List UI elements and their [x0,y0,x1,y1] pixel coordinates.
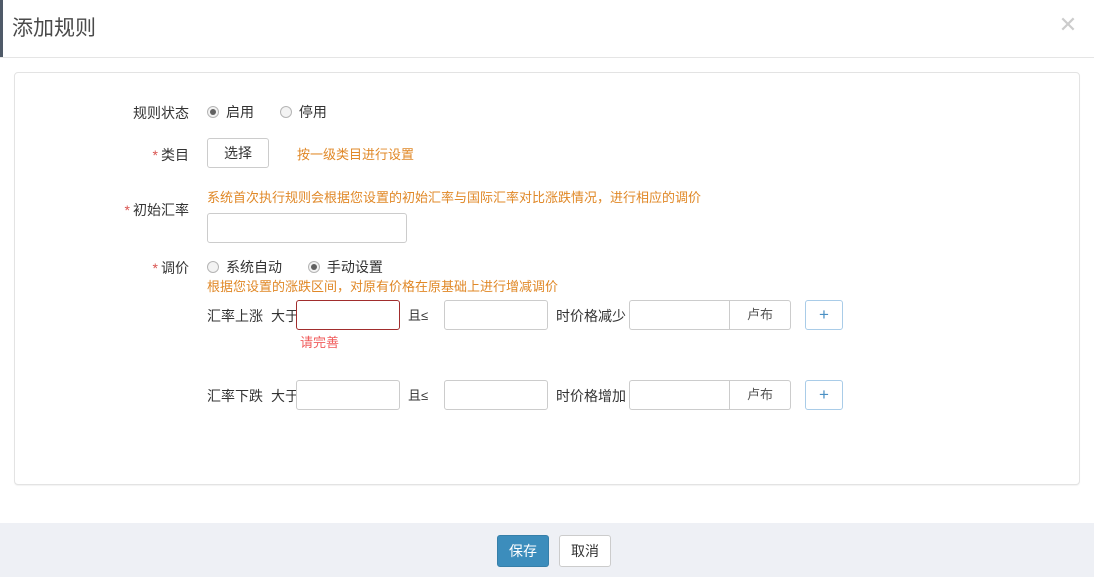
initial-rate-hint: 系统首次执行规则会根据您设置的初始汇率与国际汇率对比涨跌情况，进行相应的调价 [207,190,702,205]
form-panel: 规则状态 启用 停用 * 类目 选择 按一级类目进行设置 * 初始汇率 系统首次… [14,72,1080,485]
required-mark: * [152,147,158,163]
category-hint: 按一级类目进行设置 [297,147,415,162]
rate-up-direction-label: 汇率上涨 [207,308,263,324]
radio-dot-icon [207,106,219,118]
rate-up-amount-input[interactable] [629,300,729,330]
price-adjust-label: * 调价 [29,258,189,278]
rate-down-add-button[interactable]: + [805,380,843,410]
radio-dot-icon [307,261,320,273]
radio-dot-icon [207,261,219,273]
radio-label-manual: 手动设置 [326,259,383,275]
rate-down-gt-input[interactable] [296,380,400,410]
rate-down-gt-label: 大于 [271,388,299,404]
category-label-text: 类目 [161,147,189,163]
price-adjust-label-text: 调价 [161,260,189,276]
rate-down-lte-input[interactable] [444,380,548,410]
radio-label-disabled: 停用 [298,104,327,120]
rate-down-lte-label: 且≤ [408,388,429,403]
initial-rate-input[interactable] [207,213,407,243]
rate-down-direction-label: 汇率下跌 [207,388,263,404]
save-button[interactable]: 保存 [497,535,549,567]
radio-dot-icon [279,106,292,118]
radio-label-enabled: 启用 [226,104,254,120]
radio-label-auto: 系统自动 [226,259,282,275]
rate-down-effect-label: 时价格增加 [556,388,626,404]
initial-rate-label: * 初始汇率 [29,200,189,220]
page-title: 添加规则 [12,17,96,40]
rate-down-amount-group: 卢布 [629,380,791,410]
modal-header: 添加规则 ✕ [0,0,1094,58]
cancel-button[interactable]: 取消 [559,535,611,567]
radio-rule-status-enabled[interactable]: 启用 [207,102,254,122]
category-select-button[interactable]: 选择 [207,138,269,168]
radio-rule-status-disabled[interactable]: 停用 [279,102,327,122]
radio-price-adjust-manual[interactable]: 手动设置 [307,257,383,277]
rule-status-label: 规则状态 [133,105,189,121]
rate-up-add-button[interactable]: + [805,300,843,330]
rate-up-unit-addon: 卢布 [729,300,791,330]
rate-down-unit-addon: 卢布 [729,380,791,410]
rate-up-gt-input[interactable] [296,300,400,330]
rate-up-effect-label: 时价格减少 [556,308,626,324]
rate-up-lte-input[interactable] [444,300,548,330]
rate-down-amount-input[interactable] [629,380,729,410]
modal-body: 规则状态 启用 停用 * 类目 选择 按一级类目进行设置 * 初始汇率 系统首次… [0,58,1094,523]
rate-up-lte-label: 且≤ [408,308,429,323]
rate-up-gt-label: 大于 [271,308,299,324]
close-icon[interactable]: ✕ [1053,10,1083,40]
required-mark: * [124,202,130,218]
rule-status-radio-group: 启用 停用 [207,102,349,122]
required-mark: * [152,260,158,276]
price-adjust-hint: 根据您设置的涨跌区间，对原有价格在原基础上进行增减调价 [207,279,559,294]
rate-up-error-text: 请完善 [300,335,340,350]
rate-up-amount-group: 卢布 [629,300,791,330]
price-adjust-radio-group: 系统自动 手动设置 [207,257,405,277]
radio-price-adjust-auto[interactable]: 系统自动 [207,257,282,277]
category-label: * 类目 [29,145,189,165]
initial-rate-label-text: 初始汇率 [133,202,189,218]
